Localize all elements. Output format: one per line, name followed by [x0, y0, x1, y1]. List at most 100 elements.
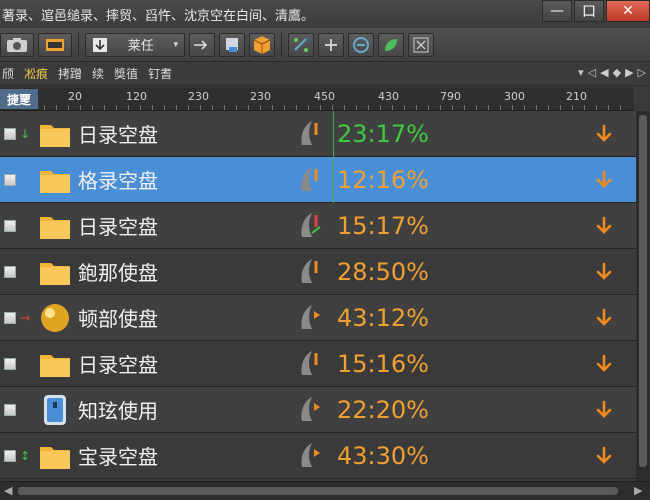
- folder-icon: [40, 263, 70, 285]
- play-icon[interactable]: ◆: [613, 66, 621, 79]
- leaf-button[interactable]: [378, 32, 404, 57]
- menu-item-5[interactable]: 钉耆: [146, 65, 180, 82]
- ruler-minor-tick: [368, 105, 369, 110]
- keyframe-icon[interactable]: [294, 393, 328, 427]
- keyframe-icon[interactable]: [294, 117, 328, 151]
- ruler-tick: 230: [188, 90, 209, 103]
- chevron-down-icon[interactable]: [592, 122, 616, 146]
- keyframe-icon[interactable]: [294, 347, 328, 381]
- export-icon: [226, 37, 238, 52]
- cube-button[interactable]: [249, 32, 275, 57]
- vertical-scroll-thumb[interactable]: [639, 115, 647, 467]
- row-name: 日录空盘: [78, 353, 158, 377]
- arrow-right-icon: [194, 39, 208, 50]
- ruler-minor-tick: [596, 105, 597, 110]
- ruler-minor-tick: [68, 105, 69, 110]
- keyframe-icon[interactable]: [294, 301, 328, 335]
- close-box-icon: [413, 37, 429, 52]
- keyframe-icon[interactable]: [294, 163, 328, 197]
- row-checkbox[interactable]: [4, 173, 16, 186]
- row-checkbox[interactable]: [4, 357, 16, 370]
- layer-row[interactable]: 日录空盘 15:17%: [0, 203, 636, 249]
- down-arrow-icon: [93, 37, 107, 52]
- horizontal-scroll-thumb[interactable]: [18, 487, 618, 495]
- chevron-down-icon[interactable]: [592, 214, 616, 238]
- link-alt-button[interactable]: [318, 32, 344, 57]
- play-back-icon[interactable]: ◀: [600, 66, 608, 79]
- menu-item-3[interactable]: 续: [90, 65, 112, 82]
- keyframe-icon[interactable]: [294, 209, 328, 243]
- ruler-tick: 210: [566, 90, 587, 103]
- ruler-minor-tick: [320, 105, 321, 110]
- chevron-down-icon[interactable]: [592, 398, 616, 422]
- layer-row[interactable]: 格录空盘 12:16%: [0, 157, 636, 203]
- row-checkbox[interactable]: [4, 311, 16, 324]
- chevron-down-icon[interactable]: [592, 444, 616, 468]
- row-checkbox[interactable]: [4, 449, 16, 462]
- layer-row[interactable]: 日录空盘 15:16%: [0, 341, 636, 387]
- layer-row[interactable]: → 顿部使盘 43:12%: [0, 295, 636, 341]
- row-checkbox[interactable]: [4, 265, 16, 278]
- ruler-tick: 230: [250, 90, 271, 103]
- row-value: 43:30%: [337, 441, 429, 470]
- horizontal-scrollbar[interactable]: ◀ ▶: [0, 481, 650, 500]
- menu-item-4[interactable]: 獎徝: [112, 65, 146, 82]
- film-button[interactable]: [38, 32, 72, 57]
- end-icon[interactable]: ▷: [638, 66, 646, 79]
- ruler-head[interactable]: 捷覂: [0, 89, 38, 109]
- ruler-minor-tick: [452, 105, 453, 110]
- close-box-button[interactable]: [408, 32, 434, 57]
- menu-item-2[interactable]: 拷蹭: [56, 65, 90, 82]
- ruler-minor-tick: [380, 105, 381, 110]
- menu-item-0[interactable]: 颀: [0, 65, 22, 82]
- move-button[interactable]: [189, 32, 215, 57]
- menu-right-controls: ▾ ◁ ◀ ◆ ▶ ▷: [578, 66, 646, 79]
- minimize-button[interactable]: —: [542, 0, 572, 22]
- row-marker: →: [20, 310, 31, 325]
- chevron-down-icon: ▾: [173, 39, 178, 50]
- ruler-minor-tick: [44, 105, 45, 110]
- layer-row[interactable]: ↕ 宝录空盘 43:30%: [0, 433, 636, 479]
- scroll-right-icon[interactable]: ▶: [634, 484, 642, 497]
- row-checkbox[interactable]: [4, 219, 16, 232]
- filter-button[interactable]: [348, 32, 374, 57]
- camera-button[interactable]: [0, 32, 34, 57]
- row-value: 22:20%: [337, 395, 429, 424]
- ruler-minor-tick: [308, 105, 309, 110]
- link-button[interactable]: [288, 32, 314, 57]
- chevron-down-icon[interactable]: [592, 260, 616, 284]
- layer-row[interactable]: 鉋那使盘 28:50%: [0, 249, 636, 295]
- row-checkbox[interactable]: [4, 403, 16, 416]
- keyframe-icon[interactable]: [294, 439, 328, 473]
- ruler-minor-tick: [80, 105, 81, 110]
- row-checkbox[interactable]: [4, 127, 16, 140]
- close-button[interactable]: ✕: [606, 0, 650, 22]
- ruler-minor-tick: [296, 105, 297, 110]
- ruler-minor-tick: [416, 105, 417, 110]
- chevron-down-icon[interactable]: [592, 352, 616, 376]
- scroll-left-icon[interactable]: ◀: [4, 484, 12, 497]
- maximize-button[interactable]: 口: [574, 0, 604, 22]
- timeline-ruler[interactable]: 捷覂 20 120 230 230 450 430 790 300 210: [0, 87, 634, 111]
- chevron-down-icon[interactable]: [592, 306, 616, 330]
- keyframe-icon[interactable]: [294, 255, 328, 289]
- step-forward-icon[interactable]: ▶: [625, 66, 633, 79]
- vertical-scrollbar[interactable]: [636, 111, 650, 481]
- mode-combo[interactable]: 莱任 ▾: [85, 32, 185, 57]
- toolbar: 莱任 ▾: [0, 28, 650, 62]
- menu-item-1[interactable]: 凇痕: [22, 65, 56, 82]
- ruler-tick: 300: [504, 90, 525, 103]
- camera-icon: [7, 37, 27, 52]
- chevron-down-icon[interactable]: ▾: [578, 66, 584, 79]
- chevron-down-icon[interactable]: [592, 168, 616, 192]
- export-button[interactable]: [219, 32, 245, 57]
- ruler-minor-tick: [440, 105, 441, 110]
- ruler-minor-tick: [284, 105, 285, 110]
- ruler-minor-tick: [584, 105, 585, 110]
- ruler-minor-tick: [152, 105, 153, 110]
- ruler-tick: 450: [314, 90, 335, 103]
- layer-row[interactable]: 知玹使用 22:20%: [0, 387, 636, 433]
- layer-row[interactable]: ↓ 日录空盘 23:17%: [0, 111, 636, 157]
- ruler-minor-tick: [92, 105, 93, 110]
- step-back-icon[interactable]: ◁: [588, 66, 596, 79]
